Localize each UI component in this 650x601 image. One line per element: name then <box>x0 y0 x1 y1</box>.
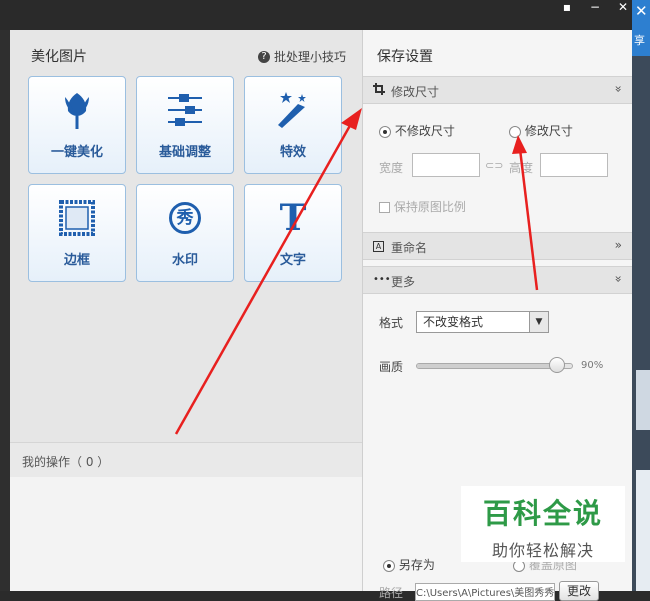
quality-value: 90% <box>581 360 604 371</box>
text-glyph: T <box>279 197 307 239</box>
keep-ratio-checkbox[interactable] <box>379 202 390 213</box>
format-value: 不改变格式 <box>423 315 484 329</box>
path-label: 路径 <box>379 586 404 600</box>
tool-label: 特效 <box>279 145 306 160</box>
tool-frame[interactable]: 边框 <box>28 184 126 282</box>
close-icon[interactable]: ✕ <box>612 0 634 14</box>
tool-effects[interactable]: 特效 <box>244 76 342 174</box>
tool-watermark[interactable]: 秀 水印 <box>136 184 234 282</box>
background-panel <box>636 370 650 430</box>
my-operations-bar: 我的操作（ 0 ） <box>10 442 362 478</box>
background-right-strip: ✕ 享 <box>632 0 650 591</box>
batch-tips-label: 批处理小技巧 <box>273 50 346 64</box>
section-more[interactable]: ••• 更多 » <box>363 266 632 294</box>
tool-label: 边框 <box>63 253 90 268</box>
background-left-strip <box>0 30 10 591</box>
background-close-icon[interactable]: ✕ <box>635 2 648 20</box>
menu-icon[interactable]: ▪ <box>556 0 578 14</box>
text-icon: T <box>245 197 341 239</box>
radio-resize[interactable] <box>509 125 521 138</box>
quality-slider-handle[interactable] <box>548 357 565 373</box>
minimize-icon[interactable]: − <box>584 0 606 14</box>
more-dots-icon: ••• <box>373 274 391 285</box>
format-label: 格式 <box>379 316 404 330</box>
width-label: 宽度 <box>379 161 404 175</box>
tulip-icon <box>29 89 125 131</box>
my-operations-label: 我的操作（ 0 ） <box>22 455 110 469</box>
tool-label: 水印 <box>171 253 198 268</box>
save-as-option[interactable]: 另存为 <box>383 556 435 573</box>
chevron-down-icon: » <box>611 85 626 93</box>
dropdown-arrow-icon: ▼ <box>529 312 548 332</box>
tool-label: 一键美化 <box>50 145 103 160</box>
quality-label: 画质 <box>379 360 404 374</box>
background-share-label: 享 <box>634 34 645 47</box>
section-rename[interactable]: A 重命名 » <box>363 232 632 260</box>
tool-label: 文字 <box>279 253 306 268</box>
my-operations-list <box>10 477 362 591</box>
frame-icon <box>29 197 125 239</box>
link-icon: ⊂⊃ <box>485 159 504 172</box>
save-path-input[interactable]: C:\Users\A\Pictures\美图秀秀 <box>415 583 555 601</box>
width-input[interactable] <box>412 153 480 177</box>
section-rename-label: 重命名 <box>391 241 428 255</box>
radio-no-resize[interactable] <box>379 125 391 138</box>
section-resize[interactable]: 修改尺寸 » <box>363 76 632 104</box>
help-icon: ? <box>257 50 270 63</box>
tool-text[interactable]: T 文字 <box>244 184 342 282</box>
background-blue-tab: ✕ 享 <box>632 0 650 56</box>
crop-icon <box>373 83 385 98</box>
background-panel-lower <box>636 470 650 591</box>
watermark-icon: 秀 <box>137 197 233 239</box>
save-as-label: 另存为 <box>398 558 435 572</box>
site-watermark: 百科全说 助你轻松解决 <box>461 486 625 562</box>
section-resize-label: 修改尺寸 <box>391 85 440 99</box>
change-path-button[interactable]: 更改 <box>559 581 599 601</box>
quality-slider[interactable] <box>416 357 573 373</box>
chevron-down-icon: » <box>611 275 626 283</box>
keep-ratio-option[interactable]: 保持原图比例 <box>379 198 466 215</box>
save-settings-title: 保存设置 <box>377 49 433 65</box>
quality-fill <box>417 364 557 368</box>
watermark-title: 百科全说 <box>482 497 603 530</box>
watermark-subtitle: 助你轻松解决 <box>491 541 594 560</box>
no-resize-option[interactable]: 不修改尺寸 <box>379 122 455 139</box>
sliders-icon <box>137 89 233 131</box>
section-more-label: 更多 <box>391 275 416 289</box>
rename-icon: A <box>373 241 384 252</box>
radio-save-as[interactable] <box>383 559 395 572</box>
beautify-panel: 美化图片 ? 批处理小技巧 一键美化 基础调整 特效 边框 秀 水印 T 文字 … <box>10 30 363 591</box>
tool-basic-adjust[interactable]: 基础调整 <box>136 76 234 174</box>
height-label: 高度 <box>509 161 534 175</box>
watermark-glyph: 秀 <box>169 202 201 234</box>
height-input[interactable] <box>540 153 608 177</box>
tool-label: 基础调整 <box>158 145 211 160</box>
chevron-right-icon: » <box>614 238 622 252</box>
resize-option[interactable]: 修改尺寸 <box>509 122 573 139</box>
magic-wand-icon <box>245 89 341 131</box>
format-select[interactable]: 不改变格式 ▼ <box>416 311 549 333</box>
keep-ratio-label: 保持原图比例 <box>393 200 466 214</box>
batch-tips-link[interactable]: ? 批处理小技巧 <box>257 48 346 65</box>
no-resize-label: 不修改尺寸 <box>394 124 455 138</box>
panel-title: 美化图片 <box>31 49 87 65</box>
resize-label: 修改尺寸 <box>524 124 573 138</box>
tool-one-click-beautify[interactable]: 一键美化 <box>28 76 126 174</box>
background-titlebar <box>0 0 650 30</box>
